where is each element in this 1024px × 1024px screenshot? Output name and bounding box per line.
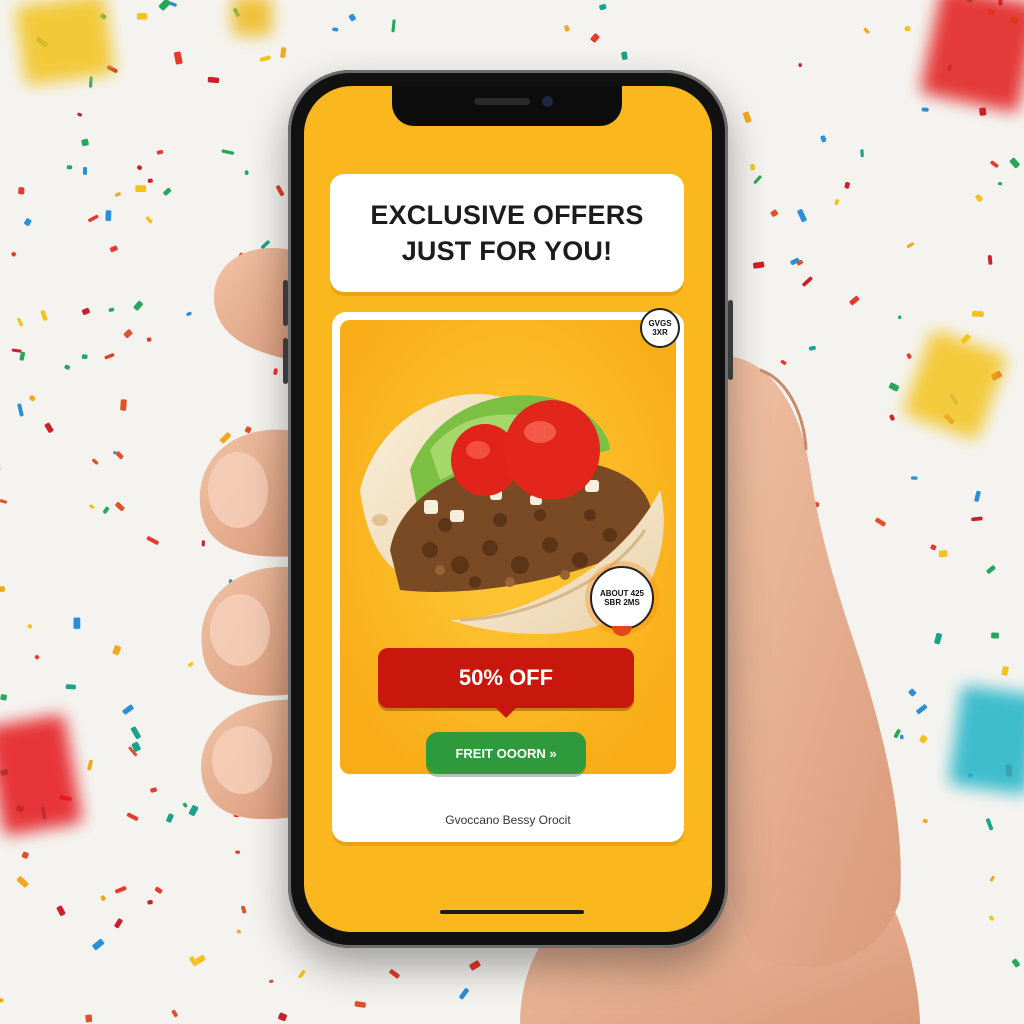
phone-side-button xyxy=(283,280,288,326)
phone-screen: EXCLUSIVE OFFERS JUST FOR YOU! GVGS 3XR … xyxy=(304,86,712,932)
headline-line-1: EXCLUSIVE OFFERS xyxy=(370,200,644,230)
mini-sticker-badge: GVGS 3XR xyxy=(640,308,680,348)
promo-sticker-badge: ABOUT 425 SBR 2MS xyxy=(590,566,654,636)
headline-line-2: JUST FOR YOU! xyxy=(401,236,613,266)
speaker-grille xyxy=(474,98,530,105)
smartphone: EXCLUSIVE OFFERS JUST FOR YOU! GVGS 3XR … xyxy=(283,70,733,948)
front-camera-icon xyxy=(542,96,553,107)
discount-banner: 50% OFF xyxy=(378,648,634,718)
order-button[interactable]: FREIT OOORN » xyxy=(426,732,586,774)
offer-footer-text: Gvoccano Bessy Orocit xyxy=(445,813,571,827)
phone-notch xyxy=(392,86,622,126)
promo-scene: EXCLUSIVE OFFERS JUST FOR YOU! GVGS 3XR … xyxy=(0,0,1024,1024)
phone-side-button xyxy=(283,338,288,384)
phone-power-button xyxy=(728,300,733,380)
home-indicator[interactable] xyxy=(440,910,584,914)
headline-card: EXCLUSIVE OFFERS JUST FOR YOU! xyxy=(330,174,684,292)
